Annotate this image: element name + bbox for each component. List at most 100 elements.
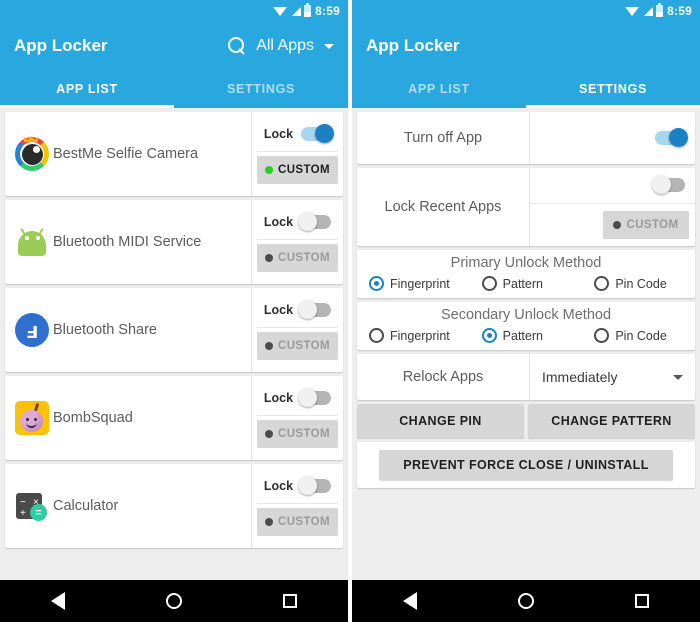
relock-value: Immediately bbox=[542, 369, 618, 385]
relock-dropdown[interactable]: Immediately bbox=[530, 354, 695, 400]
home-icon[interactable] bbox=[165, 593, 182, 609]
radio-primary-pin-code[interactable]: Pin Code bbox=[582, 276, 695, 291]
change-pattern-button[interactable]: CHANGE PATTERN bbox=[528, 404, 695, 438]
page-title: App Locker bbox=[366, 36, 460, 55]
custom-button[interactable]: CUSTOM bbox=[257, 508, 338, 536]
app-info: BestMe Selfie Camera bbox=[5, 112, 251, 196]
battery-icon bbox=[656, 3, 664, 17]
android-icon bbox=[15, 225, 49, 259]
signal-icon bbox=[642, 6, 654, 17]
lock-switch[interactable] bbox=[298, 475, 332, 495]
radio-icon bbox=[369, 276, 384, 291]
radio-label: Fingerprint bbox=[390, 276, 450, 291]
tab-bar: APP LIST SETTINGS bbox=[352, 70, 700, 108]
status-dot-icon bbox=[264, 166, 273, 174]
lock-toggle-row[interactable]: Lock bbox=[257, 116, 338, 152]
lock-label: Lock bbox=[263, 126, 294, 141]
setting-control bbox=[530, 112, 695, 164]
list-item[interactable]: Bluetooth MIDI Service Lock CUSTOM bbox=[5, 200, 343, 284]
app-controls: Lock CUSTOM bbox=[251, 464, 343, 548]
status-dot-icon bbox=[264, 430, 273, 438]
recents-icon[interactable] bbox=[635, 594, 650, 608]
app-name: Bluetooth Share bbox=[53, 322, 157, 338]
app-name: BombSquad bbox=[53, 410, 133, 426]
setting-label: Lock Recent Apps bbox=[357, 168, 530, 246]
tab-app-list[interactable]: APP LIST bbox=[352, 70, 526, 108]
app-controls: Lock CUSTOM bbox=[251, 200, 343, 284]
app-info: BombSquad bbox=[5, 376, 251, 460]
custom-button[interactable]: CUSTOM bbox=[257, 420, 338, 448]
lock-toggle-row[interactable]: Lock bbox=[257, 292, 338, 328]
chevron-down-icon[interactable] bbox=[324, 43, 334, 49]
right-screen: 8:59 App Locker APP LIST SETTINGS Turn o… bbox=[352, 0, 700, 622]
app-controls: Lock CUSTOM bbox=[251, 112, 343, 196]
list-item[interactable]: BestMe Selfie Camera Lock CUSTOM bbox=[5, 112, 343, 196]
radio-secondary-pin-code[interactable]: Pin Code bbox=[582, 328, 695, 343]
radio-group: Fingerprint Pattern Pin Code bbox=[357, 328, 695, 343]
filter-label[interactable]: All Apps bbox=[256, 37, 314, 55]
status-dot-icon bbox=[264, 342, 273, 350]
setting-control: CUSTOM bbox=[530, 168, 695, 246]
app-list[interactable]: BestMe Selfie Camera Lock CUSTOM Bluetoo… bbox=[0, 108, 348, 580]
radio-secondary-fingerprint[interactable]: Fingerprint bbox=[357, 328, 470, 343]
custom-label: CUSTOM bbox=[626, 218, 679, 231]
tab-settings[interactable]: SETTINGS bbox=[174, 70, 348, 108]
status-dot-icon bbox=[613, 220, 622, 229]
radio-primary-fingerprint[interactable]: Fingerprint bbox=[357, 276, 470, 291]
custom-label: CUSTOM bbox=[277, 516, 331, 528]
custom-button[interactable]: CUSTOM bbox=[257, 332, 338, 360]
list-item[interactable]: ⅎ Bluetooth Share Lock CUSTOM bbox=[5, 288, 343, 372]
custom-button[interactable]: CUSTOM bbox=[257, 156, 338, 184]
list-item[interactable]: BombSquad Lock CUSTOM bbox=[5, 376, 343, 460]
custom-label: CUSTOM bbox=[277, 428, 331, 440]
radio-group: Fingerprint Pattern Pin Code bbox=[357, 276, 695, 291]
home-icon[interactable] bbox=[517, 593, 534, 609]
list-item[interactable]: − × + = Calculator Lock CUSTOM bbox=[5, 464, 343, 548]
prevent-force-close-card: PREVENT FORCE CLOSE / UNINSTALL bbox=[357, 442, 695, 488]
radio-icon bbox=[481, 276, 497, 291]
app-name: Calculator bbox=[53, 498, 119, 514]
app-info: ⅎ Bluetooth Share bbox=[5, 288, 251, 372]
prevent-force-close-button[interactable]: PREVENT FORCE CLOSE / UNINSTALL bbox=[379, 450, 673, 480]
bluetooth-icon: ⅎ bbox=[15, 313, 49, 347]
search-icon[interactable] bbox=[228, 37, 246, 55]
app-bar: App Locker All Apps bbox=[0, 22, 348, 70]
lock-toggle-row[interactable]: Lock bbox=[257, 204, 338, 240]
lock-switch[interactable] bbox=[301, 123, 335, 143]
lock-switch[interactable] bbox=[298, 299, 332, 319]
radio-primary-pattern[interactable]: Pattern bbox=[470, 276, 583, 291]
setting-turn-off-app[interactable]: Turn off App bbox=[357, 112, 695, 164]
battery-icon bbox=[304, 3, 312, 17]
tab-settings[interactable]: SETTINGS bbox=[526, 70, 700, 108]
custom-label: CUSTOM bbox=[277, 340, 331, 352]
navigation-bar bbox=[0, 580, 348, 622]
lock-switch[interactable] bbox=[298, 211, 332, 231]
custom-button[interactable]: CUSTOM bbox=[257, 244, 338, 272]
lock-toggle-row[interactable]: Lock bbox=[257, 380, 338, 416]
turn-off-app-switch[interactable] bbox=[655, 128, 688, 147]
left-screen: 8:59 App Locker All Apps APP LIST SETTIN… bbox=[0, 0, 348, 622]
radio-icon bbox=[369, 328, 384, 343]
lock-switch[interactable] bbox=[298, 387, 332, 407]
secondary-unlock-method: Secondary Unlock Method Fingerprint Patt… bbox=[357, 302, 695, 350]
recents-icon[interactable] bbox=[283, 594, 298, 608]
settings-content: Turn off App Lock Recent Apps CUSTOM Pri… bbox=[352, 108, 700, 580]
back-icon[interactable] bbox=[50, 592, 65, 610]
custom-button[interactable]: CUSTOM bbox=[603, 210, 689, 239]
lock-label: Lock bbox=[263, 478, 294, 493]
tab-app-list[interactable]: APP LIST bbox=[0, 70, 174, 108]
app-bar-actions: All Apps bbox=[228, 37, 334, 55]
change-pin-button[interactable]: CHANGE PIN bbox=[357, 404, 524, 438]
chevron-down-icon bbox=[673, 374, 683, 380]
back-icon[interactable] bbox=[402, 592, 417, 610]
app-name: Bluetooth MIDI Service bbox=[53, 234, 202, 250]
wifi-icon bbox=[625, 6, 640, 17]
page-title: App Locker bbox=[14, 36, 108, 55]
radio-secondary-pattern[interactable]: Pattern bbox=[470, 328, 583, 343]
setting-relock-apps[interactable]: Relock Apps Immediately bbox=[357, 354, 695, 400]
lock-toggle-row[interactable]: Lock bbox=[257, 468, 338, 504]
lock-recent-apps-switch[interactable] bbox=[652, 175, 685, 195]
status-dot-icon bbox=[264, 254, 273, 262]
lock-recent-toggle-row bbox=[530, 168, 695, 204]
setting-lock-recent-apps[interactable]: Lock Recent Apps CUSTOM bbox=[357, 168, 695, 246]
